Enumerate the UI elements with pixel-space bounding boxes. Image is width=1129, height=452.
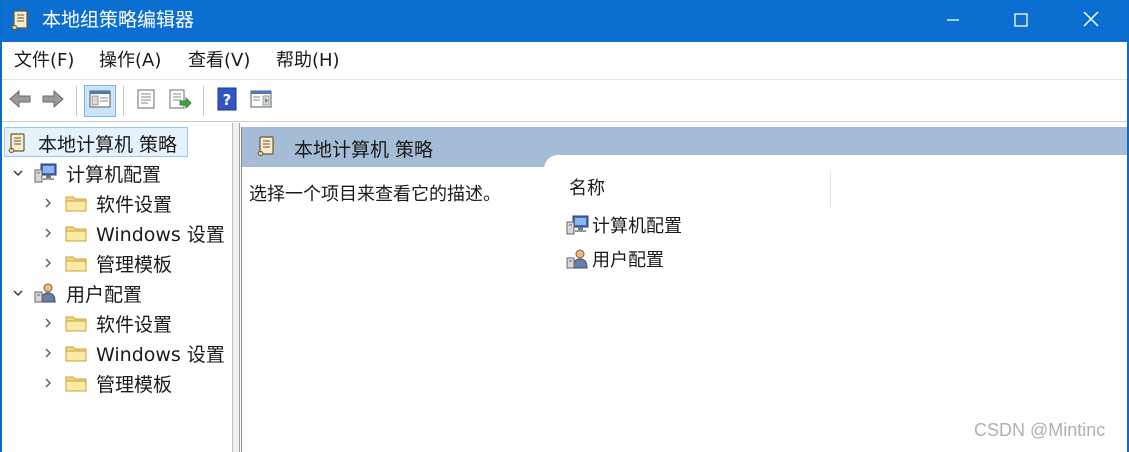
maximize-button[interactable] <box>988 0 1054 42</box>
action-pane-button[interactable] <box>245 85 277 117</box>
tree-item-admin-templates[interactable]: 管理模板 <box>40 248 172 278</box>
tree-item-label: 本地计算机 策略 <box>38 133 178 156</box>
tree-item-computer-config[interactable]: 计算机配置 <box>10 158 161 188</box>
folder-icon <box>64 251 88 275</box>
menu-bar: 文件(F) 操作(A) 查看(V) 帮助(H) <box>2 42 1127 80</box>
tree-item-label: 用户配置 <box>66 283 143 306</box>
user-config-icon <box>34 281 58 305</box>
menu-file[interactable]: 文件(F) <box>14 50 74 72</box>
toolbar-separator <box>123 86 124 116</box>
tree-item-user-config[interactable]: 用户配置 <box>10 278 142 308</box>
tree-item-windows-settings[interactable]: Windows 设置 <box>40 338 225 368</box>
tree-item-label: 计算机配置 <box>66 163 162 186</box>
toolbar: ? <box>2 80 1127 122</box>
toolbar-separator <box>76 86 77 116</box>
menu-action[interactable]: 操作(A) <box>99 50 161 72</box>
show-hide-tree-button[interactable] <box>84 85 116 117</box>
close-icon <box>1083 11 1099 31</box>
minimize-button[interactable] <box>920 0 986 42</box>
column-divider[interactable] <box>830 171 831 207</box>
tree-item-software-settings[interactable]: 软件设置 <box>40 308 172 338</box>
menu-help[interactable]: 帮助(H) <box>276 50 340 72</box>
svg-text:?: ? <box>223 91 232 109</box>
console-tree: 本地计算机 策略 计算机配置 软件设置 Windows 设置 管理模板 用户配置… <box>2 123 233 452</box>
minimize-icon <box>946 12 960 31</box>
column-header-name[interactable]: 名称 <box>569 177 605 201</box>
chevron-right-icon[interactable] <box>40 255 56 271</box>
maximize-icon <box>1014 12 1028 31</box>
forward-button[interactable] <box>37 85 69 117</box>
policy-scroll-icon <box>256 135 280 159</box>
menu-view[interactable]: 查看(V) <box>188 50 250 72</box>
folder-icon <box>64 311 88 335</box>
help-button[interactable]: ? <box>211 85 243 117</box>
list-item-computer-config[interactable]: 计算机配置 <box>566 211 682 239</box>
chevron-down-icon[interactable] <box>10 285 26 301</box>
properties-icon <box>135 88 157 114</box>
tree-item-windows-settings[interactable]: Windows 设置 <box>40 218 225 248</box>
details-pane: 本地计算机 策略 选择一个项目来查看它的描述。 名称 计算机配置 用户配置 <box>241 127 1127 452</box>
toolbar-separator <box>203 86 204 116</box>
chevron-right-icon[interactable] <box>40 225 56 241</box>
show-hide-tree-icon <box>89 89 111 113</box>
chevron-right-icon[interactable] <box>40 345 56 361</box>
computer-config-icon <box>34 161 58 185</box>
folder-icon <box>64 221 88 245</box>
tree-item-label: 管理模板 <box>96 373 173 396</box>
chevron-down-icon[interactable] <box>10 165 26 181</box>
properties-button[interactable] <box>130 85 162 117</box>
details-title: 本地计算机 策略 <box>294 139 434 161</box>
back-arrow-icon <box>8 89 32 113</box>
folder-icon <box>64 191 88 215</box>
help-icon: ? <box>216 87 238 115</box>
export-list-icon <box>168 88 192 114</box>
chevron-right-icon[interactable] <box>40 375 56 391</box>
main-window: 本地组策略编辑器 文件(F) 操作(A) 查看(V) 帮助(H) ? 本地计算机… <box>0 0 1129 452</box>
list-item-label: 计算机配置 <box>592 216 682 237</box>
window-title: 本地组策略编辑器 <box>42 9 195 31</box>
watermark: CSDN @Mintinc <box>974 420 1106 440</box>
forward-arrow-icon <box>41 89 65 113</box>
pane-splitter[interactable] <box>233 123 240 452</box>
tree-item-software-settings[interactable]: 软件设置 <box>40 188 172 218</box>
tree-item-root[interactable]: 本地计算机 策略 <box>6 128 177 158</box>
folder-icon <box>64 341 88 365</box>
tree-item-admin-templates[interactable]: 管理模板 <box>40 368 172 398</box>
tree-item-label: Windows 设置 <box>96 223 225 246</box>
tree-item-label: 软件设置 <box>96 313 173 336</box>
tree-item-label: 管理模板 <box>96 253 173 276</box>
description-text: 选择一个项目来查看它的描述。 <box>249 184 501 205</box>
tree-item-label: 软件设置 <box>96 193 173 216</box>
policy-scroll-icon <box>10 9 32 31</box>
close-button[interactable] <box>1058 0 1124 42</box>
chevron-right-icon[interactable] <box>40 315 56 331</box>
title-bar[interactable]: 本地组策略编辑器 <box>2 0 1127 42</box>
computer-config-icon <box>566 213 590 237</box>
folder-icon <box>64 371 88 395</box>
list-item-label: 用户配置 <box>592 250 664 271</box>
policy-scroll-icon <box>6 131 30 155</box>
user-config-icon <box>566 247 590 271</box>
export-list-button[interactable] <box>164 85 196 117</box>
standard-tab-area <box>544 155 1127 169</box>
tree-item-label: Windows 设置 <box>96 343 225 366</box>
back-button[interactable] <box>4 85 36 117</box>
list-item-user-config[interactable]: 用户配置 <box>566 245 664 273</box>
chevron-right-icon[interactable] <box>40 195 56 211</box>
action-pane-icon <box>250 89 272 113</box>
